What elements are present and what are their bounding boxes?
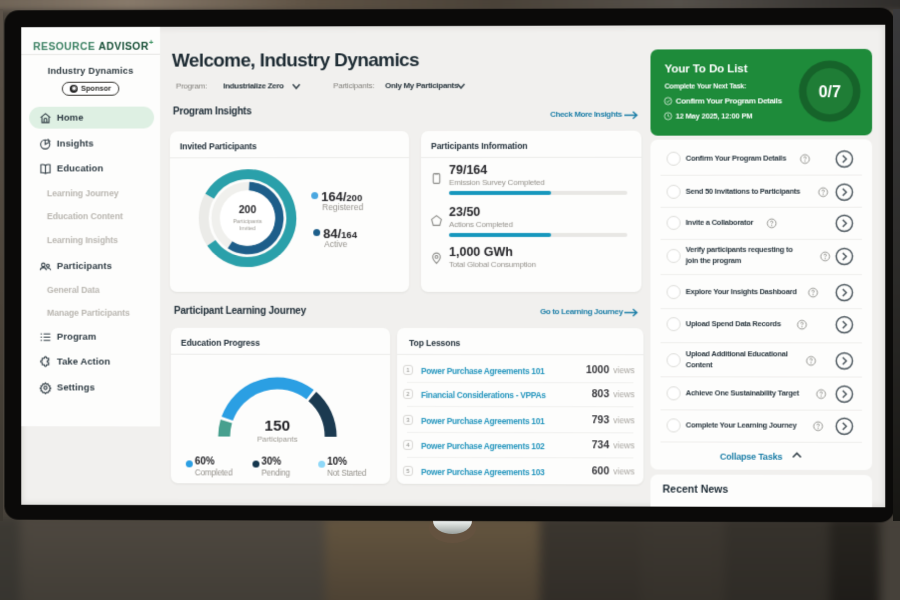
svg-text:Participants: Participants	[257, 435, 298, 443]
svg-text:200: 200	[238, 205, 256, 216]
svg-text:Participants: Participants	[232, 219, 261, 225]
svg-text:0/7: 0/7	[818, 84, 841, 101]
svg-text:Invited: Invited	[239, 226, 255, 232]
svg-text:150: 150	[264, 418, 290, 435]
